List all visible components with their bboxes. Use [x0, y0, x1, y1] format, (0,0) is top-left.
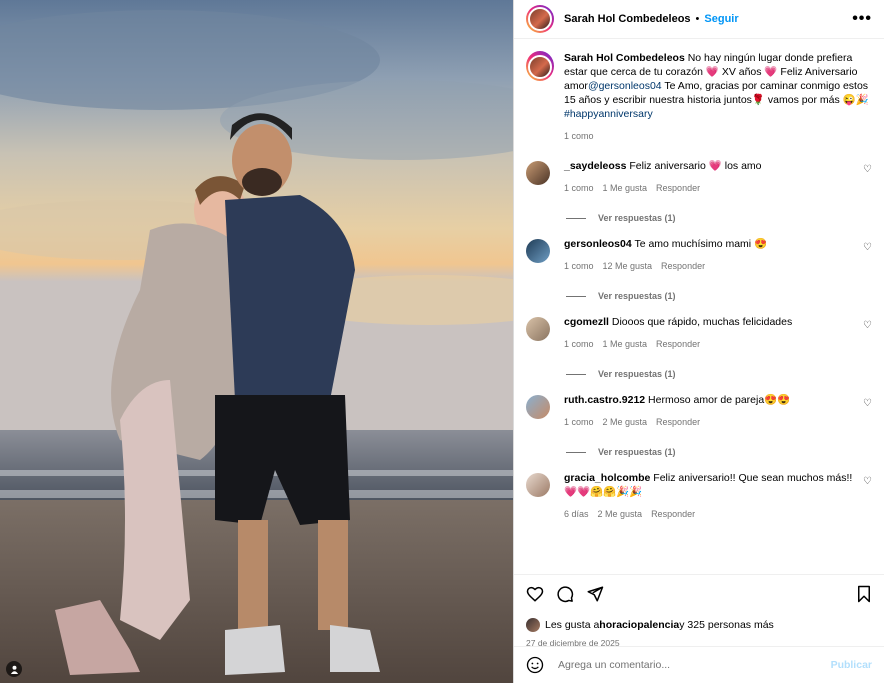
- view-replies[interactable]: Ver respuestas (1): [566, 447, 872, 457]
- heart-icon[interactable]: ♡: [863, 242, 872, 253]
- comment-user[interactable]: cgomezll: [564, 316, 609, 328]
- share-icon[interactable]: [586, 585, 604, 608]
- reply-button[interactable]: Responder: [651, 509, 695, 519]
- caption-author[interactable]: Sarah Hol Combedeleos: [564, 52, 685, 64]
- comment-user[interactable]: gersonleos04: [564, 238, 632, 250]
- heart-icon[interactable]: ♡: [863, 320, 872, 331]
- comment-text: Te amo muchísimo mami 😍: [634, 238, 768, 250]
- avatar[interactable]: [526, 473, 550, 497]
- avatar[interactable]: [526, 317, 550, 341]
- avatar[interactable]: [526, 239, 550, 263]
- likes-summary[interactable]: Les gusta a horaciopalencia y 325 person…: [526, 618, 872, 632]
- reply-button[interactable]: Responder: [661, 261, 705, 271]
- avatar: [528, 55, 552, 79]
- more-icon[interactable]: •••: [852, 10, 872, 28]
- comment-item: _saydeleoss Feliz aniversario 💗 los amo …: [526, 159, 872, 195]
- comment-age: 12 Me gusta: [602, 261, 653, 271]
- avatar[interactable]: [526, 161, 550, 185]
- view-replies[interactable]: Ver respuestas (1): [566, 369, 872, 379]
- post-photo[interactable]: [0, 0, 513, 683]
- publish-button[interactable]: Publicar: [831, 659, 872, 671]
- caption-avatar-ring[interactable]: [526, 51, 554, 81]
- comment-user[interactable]: _saydeleoss: [564, 160, 626, 172]
- follow-button[interactable]: Seguir: [704, 13, 738, 25]
- avatar: [528, 7, 552, 31]
- post-header: Sarah Hol Combedeleos • Seguir •••: [514, 0, 884, 39]
- author-name[interactable]: Sarah Hol Combedeleos: [564, 13, 691, 25]
- comment-likes[interactable]: 1 como: [564, 261, 594, 271]
- heart-icon[interactable]: ♡: [863, 398, 872, 409]
- comment-age-days: 6 días: [564, 509, 589, 519]
- likes-suffix: y 325 personas más: [679, 619, 774, 631]
- comment-likes[interactable]: 1 como: [564, 339, 594, 349]
- post-actions: Les gusta a horaciopalencia y 325 person…: [514, 574, 884, 648]
- author-avatar-ring[interactable]: [526, 5, 554, 33]
- avatar: [526, 618, 540, 632]
- emoji-icon[interactable]: [526, 656, 544, 674]
- comment-item: gersonleos04 Te amo muchísimo mami 😍 1 c…: [526, 237, 872, 273]
- comment-user[interactable]: gracia_holcombe: [564, 472, 650, 484]
- add-comment-bar: Agrega un comentario... Publicar: [514, 646, 884, 683]
- heart-icon[interactable]: [526, 585, 544, 608]
- avatar[interactable]: [526, 395, 550, 419]
- comment-item: cgomezll Diooos que rápido, muchas felic…: [526, 315, 872, 351]
- comment-age: 2 Me gusta: [602, 417, 648, 427]
- comment-item: ruth.castro.9212 Hermoso amor de pareja😍…: [526, 393, 872, 429]
- comments-list[interactable]: Sarah Hol Combedeleos No hay ningún luga…: [514, 39, 884, 574]
- comment-age: 1 Me gusta: [602, 183, 648, 193]
- comment-input[interactable]: Agrega un comentario...: [558, 659, 831, 671]
- comment-text: Hermoso amor de pareja😍😍: [648, 394, 791, 406]
- comment-likes[interactable]: 1 como: [564, 417, 594, 427]
- beach-couple-photo: [0, 0, 513, 683]
- post-view: Sarah Hol Combedeleos • Seguir ••• Sarah…: [0, 0, 884, 683]
- view-replies[interactable]: Ver respuestas (1): [566, 213, 872, 223]
- bookmark-icon[interactable]: [856, 585, 872, 608]
- likes-user[interactable]: horaciopalencia: [599, 619, 679, 631]
- comment-item: gracia_holcombe Feliz aniversario!! Que …: [526, 471, 872, 521]
- likes-prefix: Les gusta a: [545, 619, 600, 631]
- comment-age: 1 Me gusta: [602, 339, 648, 349]
- caption: Sarah Hol Combedeleos No hay ningún luga…: [526, 51, 872, 143]
- comment-user[interactable]: ruth.castro.9212: [564, 394, 645, 406]
- caption-likes[interactable]: 1 como: [564, 131, 594, 141]
- reply-button[interactable]: Responder: [656, 417, 700, 427]
- heart-icon[interactable]: ♡: [863, 164, 872, 175]
- heart-icon[interactable]: ♡: [863, 476, 872, 487]
- reply-button[interactable]: Responder: [656, 183, 700, 193]
- comment-likes[interactable]: 2 Me gusta: [598, 509, 643, 519]
- view-replies[interactable]: Ver respuestas (1): [566, 291, 872, 301]
- mention-link[interactable]: @gersonleos04: [588, 80, 662, 92]
- post-detail-panel: Sarah Hol Combedeleos • Seguir ••• Sarah…: [513, 0, 884, 683]
- separator-dot: •: [695, 13, 700, 25]
- comment-text: Diooos que rápido, muchas felicidades: [611, 316, 793, 328]
- comment-likes[interactable]: 1 como: [564, 183, 594, 193]
- comment-icon[interactable]: [556, 585, 574, 608]
- comment-text: Feliz aniversario 💗 los amo: [629, 160, 762, 172]
- reply-button[interactable]: Responder: [656, 339, 700, 349]
- hashtag-link[interactable]: #happyanniversary: [564, 108, 653, 120]
- user-tag-icon[interactable]: [6, 661, 22, 677]
